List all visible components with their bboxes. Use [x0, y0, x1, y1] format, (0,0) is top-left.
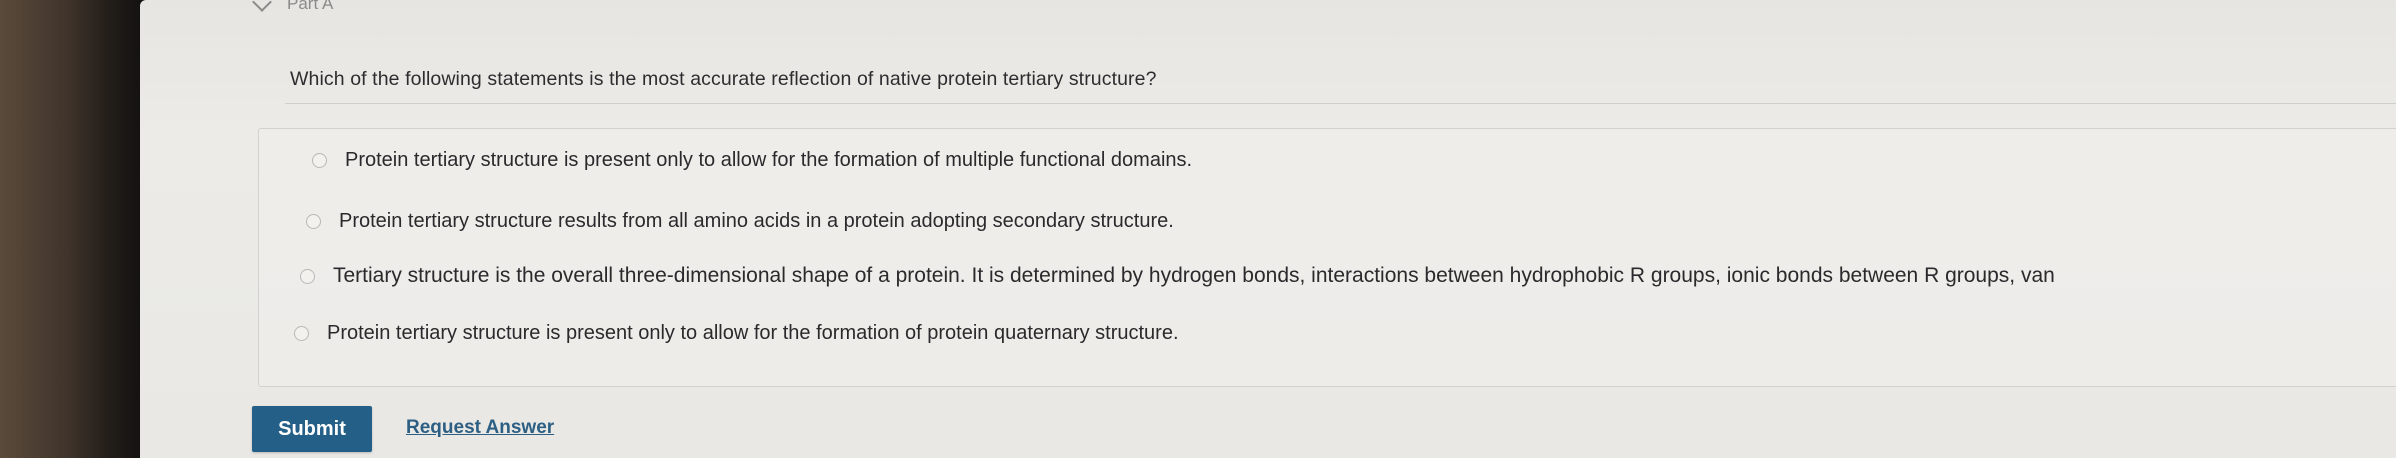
answer-option[interactable]: Tertiary structure is the overall three-… — [300, 264, 2055, 288]
answer-option[interactable]: Protein tertiary structure is present on… — [294, 322, 1179, 345]
answer-option[interactable]: Protein tertiary structure results from … — [306, 210, 1174, 233]
option-label: Protein tertiary structure is present on… — [345, 149, 1193, 171]
divider — [285, 103, 2396, 104]
part-header[interactable]: Part A — [252, 0, 334, 14]
option-label: Tertiary structure is the overall three-… — [333, 264, 2055, 287]
option-label: Protein tertiary structure results from … — [339, 210, 1174, 232]
question-text: Which of the following statements is the… — [290, 68, 1157, 90]
radio-button[interactable] — [294, 326, 309, 341]
part-title: Part A — [287, 0, 334, 13]
option-label: Protein tertiary structure is present on… — [327, 322, 1179, 344]
radio-button[interactable] — [306, 214, 321, 229]
radio-button[interactable] — [300, 268, 315, 284]
request-answer-link[interactable]: Request Answer — [406, 417, 554, 439]
radio-button[interactable] — [312, 153, 327, 168]
answer-option[interactable]: Protein tertiary structure is present on… — [312, 149, 1192, 172]
submit-button[interactable]: Submit — [252, 406, 372, 452]
chevron-down-icon[interactable] — [252, 0, 272, 12]
